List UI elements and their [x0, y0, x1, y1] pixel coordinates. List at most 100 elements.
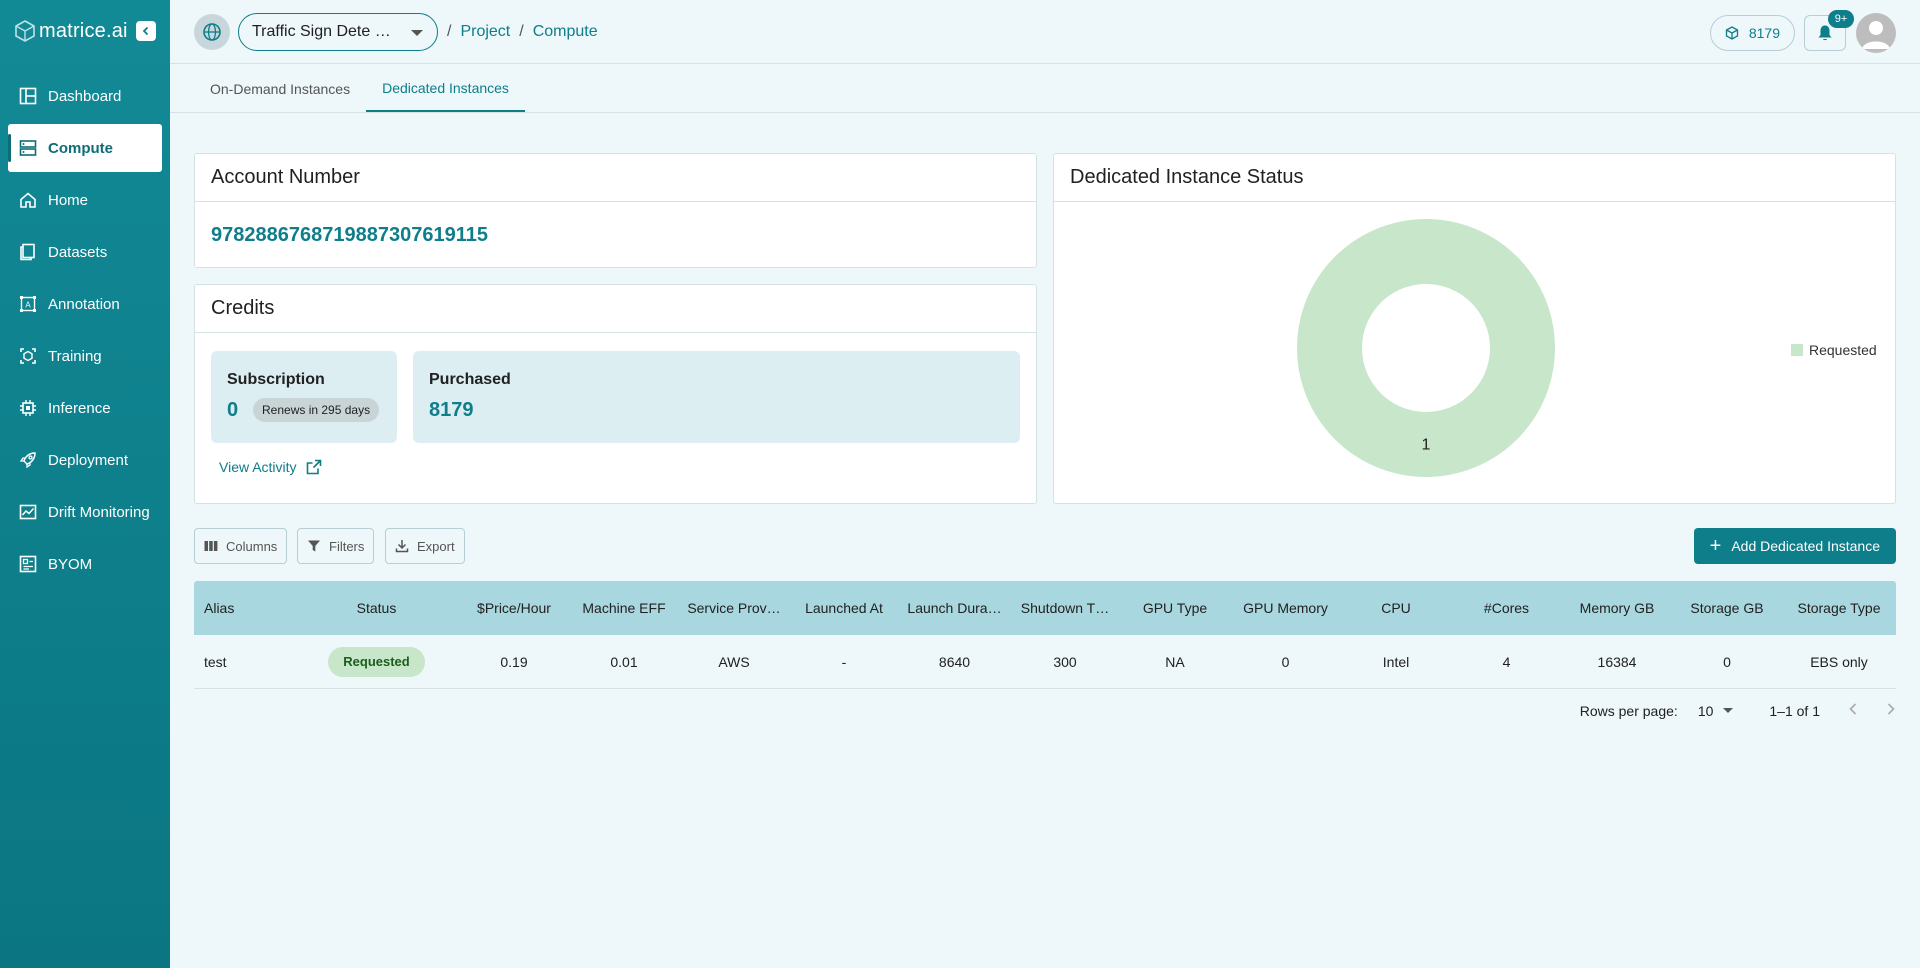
rows-per-page-select[interactable]: 10: [1698, 703, 1734, 719]
project-select-value: Traffic Sign Dete …: [252, 22, 391, 40]
purchased-value: 8179: [429, 399, 474, 421]
brand-name: matrice.ai: [39, 19, 128, 42]
view-activity-label: View Activity: [219, 459, 297, 475]
breadcrumb-project[interactable]: Project: [460, 23, 510, 41]
sidebar-item-label: Inference: [48, 399, 111, 417]
column-header-storage-gb[interactable]: Storage GB: [1672, 600, 1782, 616]
compute-icon: [18, 138, 38, 158]
cell-price: 0.19: [500, 653, 528, 670]
column-header-machine-eff[interactable]: Machine EFF: [569, 600, 679, 616]
logo-row: matrice.ai: [0, 0, 170, 62]
datasets-icon: [18, 242, 38, 262]
filter-icon: [308, 540, 320, 552]
sidebar-item-inference[interactable]: Inference: [8, 384, 162, 432]
cell-launched-at: -: [841, 653, 847, 670]
sidebar-item-label: Datasets: [48, 243, 108, 261]
sidebar-item-training[interactable]: Training: [8, 332, 162, 380]
avatar[interactable]: [1856, 13, 1896, 53]
next-page-button[interactable]: [1886, 700, 1896, 721]
column-header-gpu-type[interactable]: GPU Type: [1120, 600, 1230, 616]
project-select[interactable]: Traffic Sign Dete …: [238, 12, 438, 51]
breadcrumb-separator: /: [519, 22, 524, 40]
purchased-box: Purchased 8179: [413, 351, 1020, 443]
tab-dedicated-instances[interactable]: Dedicated Instances: [366, 65, 525, 112]
cell-storage-type: EBS only: [1810, 653, 1868, 670]
breadcrumb-compute[interactable]: Compute: [533, 23, 598, 41]
svg-text:A: A: [25, 301, 31, 310]
filters-button[interactable]: Filters: [297, 528, 375, 564]
sidebar-nav: Dashboard Compute Home Datasets A Annota…: [0, 72, 170, 588]
home-icon: [18, 190, 38, 210]
export-label: Export: [417, 538, 455, 554]
column-header-storage-type[interactable]: Storage Type: [1782, 600, 1896, 616]
sidebar-item-byom[interactable]: BYOM: [8, 540, 162, 588]
breadcrumb-separator: /: [447, 22, 452, 40]
sidebar-item-label: Training: [48, 347, 102, 365]
credits-button[interactable]: 8179: [1709, 15, 1795, 51]
cell-memory-gb: 16384: [1597, 653, 1637, 670]
tab-on-demand-instances[interactable]: On-Demand Instances: [194, 65, 366, 112]
topbar: Traffic Sign Dete … / Project / Compute …: [170, 0, 1920, 64]
column-header-launched-at[interactable]: Launched At: [789, 600, 899, 616]
sidebar-item-label: Home: [48, 191, 89, 209]
export-button[interactable]: Export: [385, 528, 465, 564]
sidebar-item-label: Drift Monitoring: [48, 503, 150, 521]
table-row[interactable]: test Requested 0.19 0.01 AWS - 8640 300 …: [194, 635, 1896, 689]
previous-page-button[interactable]: [1848, 700, 1858, 721]
cell-gpu-memory: 0: [1281, 653, 1290, 670]
account-number-card: Account Number 97828867687198873076191​1…: [194, 153, 1037, 268]
logo-icon: [15, 20, 35, 42]
subscription-label: Subscription: [227, 371, 325, 388]
account-number-value: 97828867687198873076191​15: [211, 224, 488, 246]
external-link-icon: [306, 459, 321, 475]
cell-storage-gb: 0: [1723, 653, 1731, 670]
pagination-range: 1–1 of 1: [1769, 702, 1820, 719]
sidebar-item-home[interactable]: Home: [8, 176, 162, 224]
sidebar-item-label: Compute: [48, 139, 113, 157]
bell-icon: [1818, 25, 1832, 41]
sidebar-item-dashboard[interactable]: Dashboard: [8, 72, 162, 120]
column-header-cpu[interactable]: CPU: [1341, 600, 1451, 616]
training-icon: [18, 346, 38, 366]
chevron-down-icon: [1723, 708, 1734, 713]
instance-status-title: Dedicated Instance Status: [1054, 154, 1895, 202]
column-header-status[interactable]: Status: [294, 600, 459, 616]
project-icon[interactable]: [194, 13, 230, 50]
column-header-shutdown-threshold[interactable]: Shutdown T…: [1010, 600, 1120, 616]
cell-cpu: Intel: [1382, 653, 1410, 670]
drift-monitoring-icon: [18, 502, 38, 522]
sidebar: matrice.ai Dashboard Compute Home Datase…: [0, 0, 170, 968]
column-header-price[interactable]: $Price/Hour: [459, 600, 569, 616]
sidebar-item-datasets[interactable]: Datasets: [8, 228, 162, 276]
columns-button[interactable]: Columns: [194, 528, 288, 564]
column-header-launch-duration[interactable]: Launch Dura…: [899, 600, 1010, 616]
tabs: On-Demand Instances Dedicated Instances: [170, 65, 1920, 113]
collapse-sidebar-button[interactable]: [135, 21, 156, 41]
cell-gpu-type: NA: [1165, 653, 1185, 670]
view-activity-link[interactable]: View Activity: [219, 459, 322, 475]
column-header-service-provider[interactable]: Service Prov…: [679, 600, 789, 616]
column-header-cores[interactable]: #Cores: [1451, 600, 1562, 616]
notifications-button[interactable]: 9+: [1804, 10, 1854, 51]
user-icon: [1862, 21, 1890, 49]
sidebar-item-annotation[interactable]: A Annotation: [8, 280, 162, 328]
status-donut-chart: 1: [1297, 219, 1555, 477]
download-icon: [395, 540, 409, 553]
sidebar-item-compute[interactable]: Compute: [8, 124, 162, 172]
plus-icon: +: [1709, 535, 1722, 557]
cell-status: Requested: [294, 646, 459, 677]
chevron-right-icon: [1887, 703, 1895, 715]
column-header-memory-gb[interactable]: Memory GB: [1562, 600, 1672, 616]
sidebar-item-deployment[interactable]: Deployment: [8, 436, 162, 484]
instances-table: Alias Status $Price/Hour Machine EFF Ser…: [194, 581, 1896, 689]
subscription-value: 0: [227, 399, 239, 421]
credits-card: Credits Subscription 0 Renews in 295 day…: [194, 284, 1037, 504]
cell-service-provider: AWS: [718, 653, 750, 670]
legend-swatch: [1791, 344, 1803, 356]
inference-icon: [18, 398, 38, 418]
column-header-gpu-memory[interactable]: GPU Memory: [1230, 600, 1341, 616]
add-dedicated-instance-button[interactable]: + Add Dedicated Instance: [1693, 528, 1896, 564]
sidebar-item-drift-monitoring[interactable]: Drift Monitoring: [8, 488, 162, 536]
column-header-alias[interactable]: Alias: [194, 600, 294, 616]
byom-icon: [18, 554, 38, 574]
